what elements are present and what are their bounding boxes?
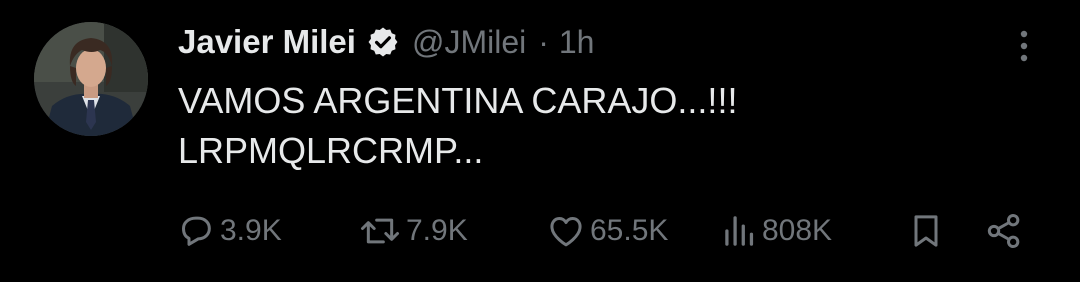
author-handle[interactable]: @JMilei (412, 24, 526, 61)
bookmark-button[interactable] (906, 206, 946, 256)
reply-count: 3.9K (220, 214, 282, 247)
reply-icon (176, 211, 216, 251)
more-vertical-icon[interactable] (1010, 28, 1038, 64)
repost-button[interactable]: 7.9K (358, 206, 468, 256)
views-button[interactable]: 808K (722, 206, 832, 256)
share-button[interactable] (984, 206, 1024, 256)
tweet-text-line: LRPMQLRCRMP... (178, 130, 484, 171)
share-icon (984, 211, 1024, 251)
separator-dot: · (538, 23, 549, 60)
action-bar: 3.9K 7.9K 65.5K 808K (0, 206, 1080, 256)
bookmark-icon (906, 211, 946, 251)
tweet-time[interactable]: 1h (559, 24, 595, 61)
like-button[interactable]: 65.5K (546, 206, 668, 256)
reply-button[interactable]: 3.9K (176, 206, 282, 256)
repost-count: 7.9K (406, 214, 468, 247)
verified-badge-icon (366, 25, 400, 59)
tweet-card[interactable]: Javier Milei @JMilei · 1h VAMOS ARGENTIN… (0, 0, 1080, 282)
heart-icon (546, 211, 586, 251)
avatar-image (34, 22, 148, 136)
like-count: 65.5K (590, 214, 669, 247)
avatar[interactable] (34, 22, 148, 136)
repost-icon (358, 211, 402, 251)
views-count: 808K (762, 214, 833, 247)
tweet-header: Javier Milei @JMilei · 1h (178, 18, 594, 66)
tweet-text: VAMOS ARGENTINA CARAJO...!!! LRPMQLRCRMP… (178, 76, 737, 176)
tweet-text-line: VAMOS ARGENTINA CARAJO...!!! (178, 80, 738, 121)
bar-chart-icon (722, 211, 758, 251)
author-name[interactable]: Javier Milei (178, 23, 356, 61)
